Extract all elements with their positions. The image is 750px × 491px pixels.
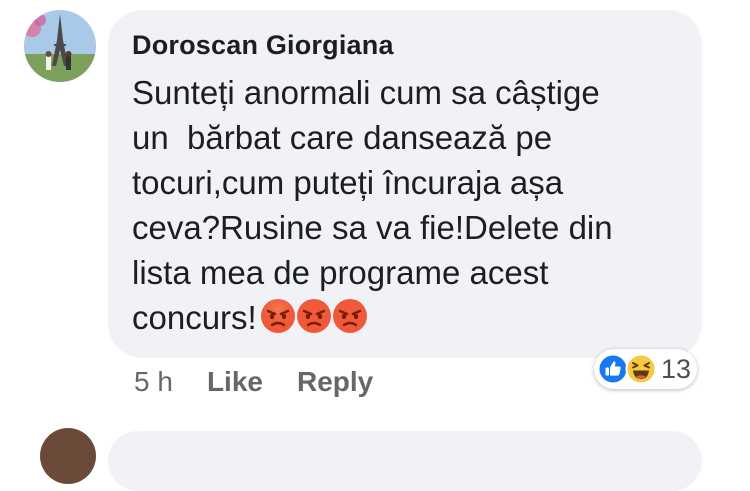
angry-face-icon [331,297,369,335]
reply-button[interactable]: Reply [297,366,373,398]
comment-timestamp[interactable]: 5 h [134,366,173,398]
avatar[interactable] [24,10,96,82]
haha-icon [625,353,657,385]
comment-actions: 5 h Like Reply [134,364,373,400]
next-comment-avatar[interactable] [40,428,96,484]
comment-body: Sunteți anormali cum sa câștige un bărba… [132,74,613,336]
comment-text: Sunteți anormali cum sa câștige un bărba… [132,70,692,346]
next-comment-bubble [108,431,702,491]
comment-bubble: Doroscan Giorgiana Sunteți anormali cum … [108,10,702,358]
angry-face-icon [295,297,333,335]
reaction-count: 13 [661,353,692,384]
like-button[interactable]: Like [207,366,263,398]
emoji-group [259,297,367,346]
angry-face-icon [259,297,297,335]
eiffel-tower-photo-icon [24,10,96,82]
reaction-summary[interactable]: 13 [594,349,698,389]
comment-author[interactable]: Doroscan Giorgiana [132,30,394,61]
